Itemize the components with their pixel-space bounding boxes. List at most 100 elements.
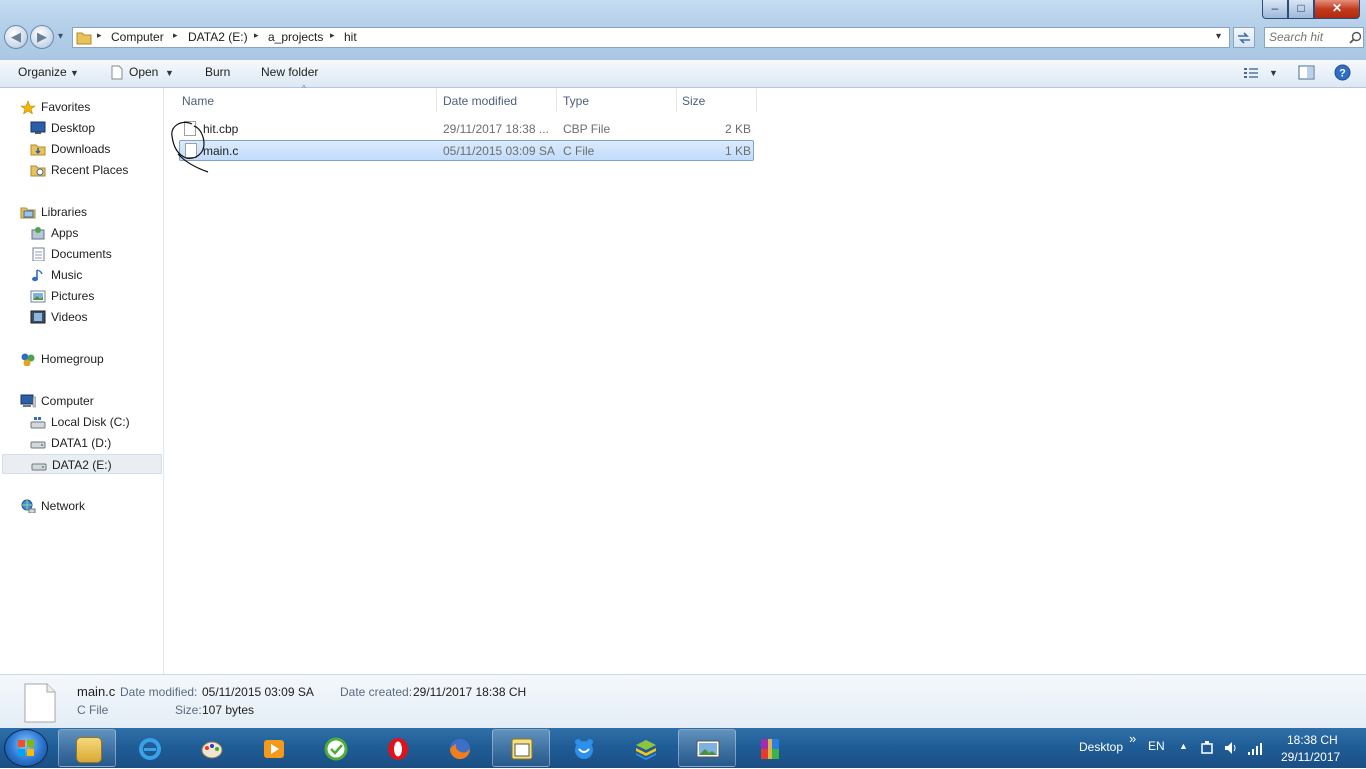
- taskbar-paint-button[interactable]: [182, 729, 240, 767]
- help-icon[interactable]: ?: [1334, 64, 1351, 81]
- svg-text:?: ?: [1339, 68, 1346, 80]
- music-icon: [32, 269, 43, 282]
- details-file-name: main.c: [77, 684, 116, 699]
- network-icon: [21, 499, 36, 513]
- file-row-selected[interactable]: main.c 05/11/2015 03:09 SA C File 1 KB: [179, 140, 754, 161]
- breadcrumb-separator[interactable]: ▸: [173, 30, 178, 41]
- back-button[interactable]: ◀: [4, 25, 28, 49]
- breadcrumb-data2[interactable]: DATA2 (E:): [188, 30, 248, 44]
- clock-date[interactable]: 29/11/2017: [1281, 750, 1340, 764]
- breadcrumb-separator[interactable]: ▸: [330, 30, 335, 41]
- file-date-modified: 05/11/2015 03:09 SA: [443, 144, 555, 158]
- language-indicator[interactable]: EN: [1148, 739, 1165, 753]
- breadcrumb-a-projects[interactable]: a_projects: [268, 30, 323, 44]
- column-divider[interactable]: [676, 88, 677, 112]
- minimize-button[interactable]: –: [1262, 0, 1288, 19]
- volume-icon[interactable]: [1223, 740, 1239, 756]
- sidebar-item-data2-e[interactable]: DATA2 (E:): [2, 454, 162, 474]
- search-box[interactable]: [1264, 27, 1364, 48]
- sidebar-item-label: Documents: [51, 247, 112, 261]
- column-header-type[interactable]: Type: [563, 94, 589, 108]
- new-folder-button[interactable]: New folder: [261, 65, 318, 79]
- chevron-down-icon: ▼: [165, 68, 174, 78]
- sidebar-item-local-disk-c[interactable]: Local Disk (C:): [0, 412, 163, 432]
- recent-pages-dropdown[interactable]: ▾: [58, 31, 63, 42]
- breadcrumb-separator[interactable]: ▸: [254, 30, 259, 41]
- power-icon[interactable]: [1199, 740, 1215, 756]
- file-row[interactable]: hit.cbp 29/11/2017 18:38 ... CBP File 2 …: [179, 119, 754, 140]
- sidebar-item-label: Recent Places: [51, 163, 129, 177]
- details-date-created: 29/11/2017 18:38 CH: [413, 685, 527, 699]
- sidebar-item-libraries[interactable]: Libraries: [0, 202, 163, 222]
- taskbar-explorer-button[interactable]: [58, 729, 116, 767]
- show-hidden-icons-button[interactable]: ▲: [1179, 741, 1188, 751]
- sidebar-item-label: Desktop: [51, 121, 96, 135]
- desktop-toolbar-label[interactable]: Desktop: [1079, 740, 1123, 754]
- taskbar-bluestacks-button[interactable]: [616, 729, 674, 767]
- sidebar-item-documents[interactable]: Documents: [0, 244, 163, 264]
- breadcrumb-separator[interactable]: ▸: [97, 30, 102, 41]
- network-signal-icon[interactable]: [1247, 740, 1265, 756]
- refresh-button[interactable]: [1233, 27, 1255, 48]
- media-player-icon: [264, 740, 284, 758]
- desktop-icon: [30, 121, 46, 134]
- search-input[interactable]: [1269, 29, 1347, 45]
- sidebar-item-favorites[interactable]: Favorites: [0, 97, 163, 117]
- taskbar-calendar-app-button[interactable]: [492, 729, 550, 767]
- firefox-icon: [450, 739, 470, 759]
- forward-button[interactable]: ▶: [30, 25, 54, 49]
- preview-pane-icon[interactable]: [1298, 65, 1315, 80]
- column-header-name[interactable]: Name: [182, 94, 214, 108]
- organize-button[interactable]: Organize ▼: [18, 65, 79, 79]
- toolbar-chevron[interactable]: »: [1129, 731, 1136, 746]
- start-button[interactable]: [4, 729, 48, 767]
- address-bar[interactable]: ▸ Computer ▸ DATA2 (E:) ▸ a_projects ▸ h…: [72, 27, 1230, 48]
- column-header-size[interactable]: Size: [682, 94, 705, 108]
- taskbar-ie-button[interactable]: [120, 729, 178, 767]
- details-date-modified: 05/11/2015 03:09 SA: [202, 685, 314, 699]
- taskbar-photo-viewer-button[interactable]: [678, 729, 736, 767]
- clock-time[interactable]: 18:38 CH: [1287, 733, 1338, 747]
- sidebar-item-data1-d[interactable]: DATA1 (D:): [0, 433, 163, 453]
- column-divider[interactable]: [436, 88, 437, 112]
- sidebar-item-music[interactable]: Music: [0, 265, 163, 285]
- open-button[interactable]: Open ▼: [129, 65, 174, 79]
- taskbar-blue-app-button[interactable]: [554, 729, 612, 767]
- taskbar-media-player-button[interactable]: [244, 729, 302, 767]
- sidebar-item-label: Network: [41, 499, 86, 513]
- sidebar-item-homegroup[interactable]: Homegroup: [0, 349, 163, 369]
- taskbar-green-app-button[interactable]: [306, 729, 364, 767]
- file-date-modified: 29/11/2017 18:38 ...: [443, 122, 549, 136]
- address-history-dropdown[interactable]: ▾: [1216, 31, 1221, 42]
- sidebar-item-apps[interactable]: Apps: [0, 223, 163, 243]
- open-label: Open: [129, 65, 159, 79]
- sidebar-item-pictures[interactable]: Pictures: [0, 286, 163, 306]
- breadcrumb-computer[interactable]: Computer: [111, 30, 164, 44]
- close-button[interactable]: ✕: [1314, 0, 1360, 19]
- opera-icon: [388, 738, 408, 760]
- sidebar-item-downloads[interactable]: Downloads: [0, 139, 163, 159]
- sidebar-item-videos[interactable]: Videos: [0, 307, 163, 327]
- view-options-icon[interactable]: [1243, 66, 1259, 80]
- burn-button[interactable]: Burn: [205, 65, 230, 79]
- file-type: C File: [563, 144, 595, 158]
- sidebar-item-recent-places[interactable]: Recent Places: [0, 160, 163, 180]
- paint-icon: [201, 741, 223, 759]
- column-header-date-modified[interactable]: Date modified: [443, 94, 517, 108]
- sidebar-item-label: Downloads: [51, 142, 111, 156]
- sidebar-item-desktop[interactable]: Desktop: [0, 118, 163, 138]
- taskbar-winrar-button[interactable]: [740, 729, 798, 767]
- bluestacks-icon: [636, 740, 656, 760]
- column-divider[interactable]: [556, 88, 557, 112]
- sidebar-item-label: Favorites: [41, 100, 91, 114]
- command-bar: Organize ▼ Open ▼ Burn New folder ▼ ?: [0, 60, 1366, 88]
- breadcrumb-hit[interactable]: hit: [344, 30, 357, 44]
- chevron-down-icon[interactable]: ▼: [1269, 68, 1278, 78]
- maximize-button[interactable]: □: [1288, 0, 1314, 19]
- sidebar-item-computer[interactable]: Computer: [0, 391, 163, 411]
- downloads-folder-icon: [30, 144, 46, 156]
- column-divider[interactable]: [756, 88, 757, 112]
- sidebar-item-network[interactable]: Network: [0, 496, 163, 516]
- taskbar-firefox-button[interactable]: [430, 729, 488, 767]
- taskbar-opera-button[interactable]: [368, 729, 426, 767]
